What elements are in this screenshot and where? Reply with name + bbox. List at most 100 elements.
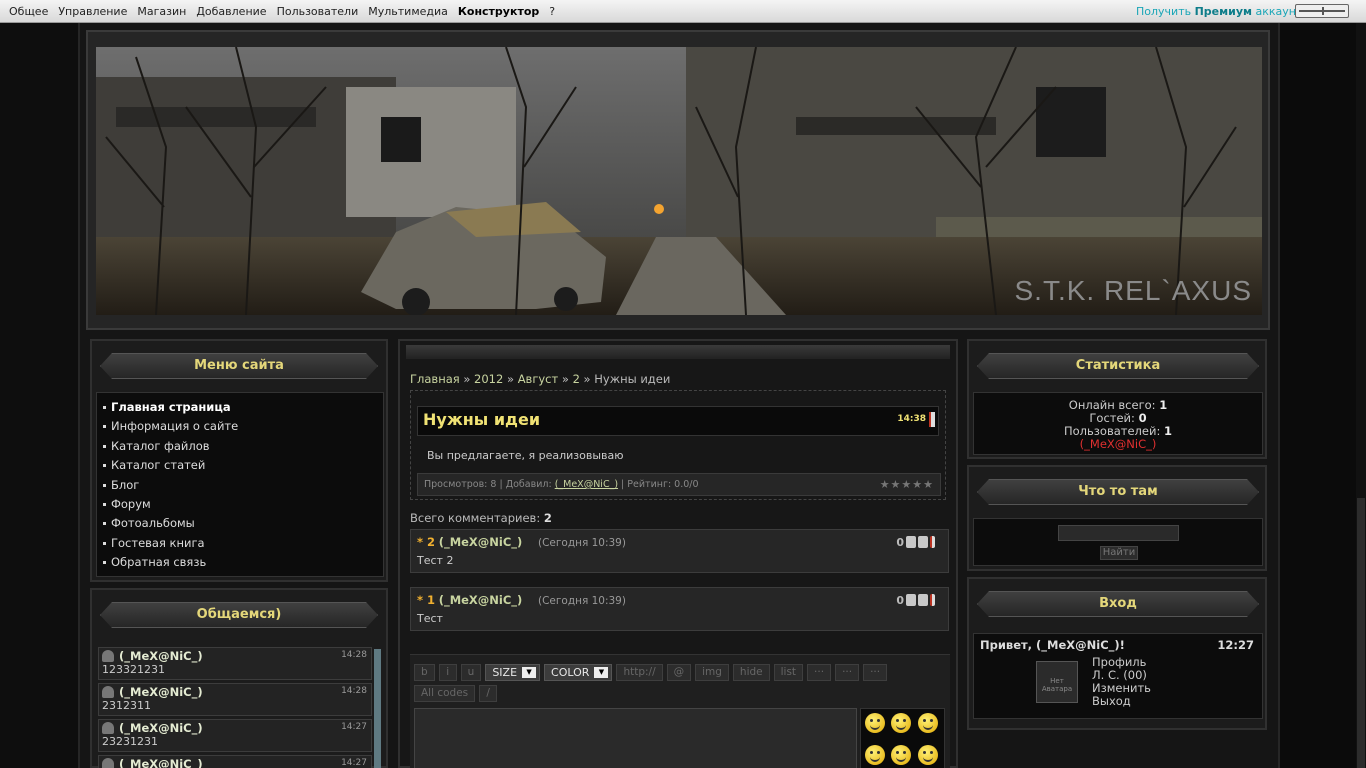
menu-item-home[interactable]: Главная страница [103, 398, 383, 417]
menu-item-feedback[interactable]: Обратная связь [103, 553, 383, 572]
search-input[interactable] [1058, 525, 1179, 541]
comment-textarea[interactable] [414, 708, 857, 768]
comment-menu-icon[interactable] [930, 536, 935, 548]
chat-message-user[interactable]: (_MeX@NiC_) [119, 685, 203, 699]
thumbs-up-icon[interactable] [906, 594, 916, 606]
image-button[interactable]: img [695, 664, 729, 681]
comment-user[interactable]: (_MeX@NiC_) [439, 535, 523, 549]
menu-item-files[interactable]: Каталог файлов [103, 437, 383, 456]
breadcrumb-home[interactable]: Главная [410, 372, 460, 386]
hide-button[interactable]: hide [732, 664, 770, 681]
comment-user[interactable]: (_MeX@NiC_) [439, 593, 523, 607]
breadcrumb-year[interactable]: 2012 [474, 372, 503, 386]
chat-message-time: 14:27 [341, 722, 367, 732]
page-scrollbar[interactable] [1356, 23, 1366, 768]
breadcrumb-sep: » [561, 372, 569, 386]
close-tags-button[interactable]: / [479, 685, 498, 702]
logout-link[interactable]: Выход [1092, 695, 1151, 708]
thumbs-up-icon[interactable] [906, 536, 916, 548]
statistics-panel: Статистика Онлайн всего: 1 Гостей: 0 Пол… [967, 339, 1267, 459]
comment-menu-icon[interactable] [930, 594, 935, 606]
extra-button[interactable]: ··· [863, 664, 888, 681]
comment-vote-controls [906, 536, 942, 549]
breadcrumb-current: Нужны идеи [594, 372, 671, 386]
breadcrumb-month[interactable]: Август [518, 372, 559, 386]
entry-views: Просмотров: 8 [424, 479, 497, 490]
smile-laugh-icon[interactable] [891, 713, 912, 733]
entry-author-link[interactable]: (_MeX@NiC_) [555, 479, 618, 490]
bbcode-toolbar: b i u SIZE COLOR http:// @ img hide list… [414, 664, 944, 702]
breadcrumb-sep: » [583, 372, 591, 386]
list-button[interactable]: list [773, 664, 804, 681]
site-menu-panel: Меню сайта Главная страница Информация о… [90, 339, 388, 582]
entry-title-bar: Нужны идеи 14:38 [417, 406, 939, 436]
menu-item-articles[interactable]: Каталог статей [103, 456, 383, 475]
admin-menu-constructor[interactable]: Конструктор [453, 5, 544, 18]
menu-item-about[interactable]: Информация о сайте [103, 417, 383, 436]
search-panel-title: Что то там [977, 479, 1259, 505]
statistics-body: Онлайн всего: 1 Гостей: 0 Пользователей:… [973, 392, 1263, 455]
site-menu-title: Меню сайта [100, 353, 378, 379]
menu-item-guestbook[interactable]: Гостевая книга [103, 534, 383, 553]
comment-text: Тест [417, 612, 443, 625]
user-icon [102, 650, 114, 662]
admin-menu-shop[interactable]: Магазин [132, 5, 191, 18]
color-select[interactable]: COLOR [544, 664, 613, 681]
menu-item-blog[interactable]: Блог [103, 476, 383, 495]
size-select[interactable]: SIZE [485, 664, 541, 681]
email-button[interactable]: @ [666, 664, 692, 681]
admin-menu-general[interactable]: Общее [4, 5, 53, 18]
search-button[interactable]: Найти [1100, 546, 1138, 560]
page-background-right [1280, 23, 1366, 768]
smilies-panel [860, 708, 945, 768]
admin-menu-users[interactable]: Пользователи [272, 5, 364, 18]
admin-menu-help[interactable]: ? [544, 5, 560, 18]
chat-message-user[interactable]: (_MeX@NiC_) [119, 757, 203, 768]
comment-score: 0 [896, 536, 904, 549]
menu-item-photos[interactable]: Фотоальбомы [103, 514, 383, 533]
smile-angry-icon[interactable] [865, 713, 885, 733]
breadcrumb-sep: » [506, 372, 515, 386]
smile-cool-icon[interactable] [917, 713, 938, 733]
thumbs-down-icon[interactable] [918, 536, 928, 548]
admin-menu-management[interactable]: Управление [53, 5, 132, 18]
smile-happy-icon[interactable] [917, 745, 938, 765]
smile-wink-icon[interactable] [891, 745, 912, 765]
main-content: Главная » 2012 » Август » 2 » Нужны идеи… [398, 339, 958, 768]
entry-time: 14:38 [897, 414, 926, 424]
admin-menu-add[interactable]: Добавление [191, 5, 271, 18]
entry-menu-icon[interactable] [929, 412, 935, 427]
login-panel: Вход Привет, (_MeX@NiC_)! 12:27 Нет Ават… [967, 577, 1267, 730]
chat-message-text: 23231231 [102, 735, 158, 748]
comments-count-value: 2 [543, 511, 552, 525]
smile-shock-icon[interactable] [865, 745, 885, 765]
extra-button[interactable]: ··· [835, 664, 860, 681]
chat-message: (_MeX@NiC_) 14:28 2312311 [98, 683, 372, 716]
entry-text: Вы предлагаете, я реализовываю [427, 449, 624, 462]
user-icon [102, 722, 114, 734]
premium-link[interactable]: Получить Премиум аккаунт [1136, 5, 1302, 18]
login-title: Вход [977, 591, 1259, 617]
url-button[interactable]: http:// [616, 664, 663, 681]
chat-message: (_MeX@NiC_) 14:27 23231231 [98, 719, 372, 752]
stats-online-label: Онлайн всего: [1068, 398, 1156, 412]
online-user-link[interactable]: (_MeX@NiC_) [974, 438, 1262, 451]
breadcrumb-day[interactable]: 2 [573, 372, 580, 386]
menu-item-forum[interactable]: Форум [103, 495, 383, 514]
thumbs-down-icon[interactable] [918, 594, 928, 606]
admin-menu-multimedia[interactable]: Мультимедиа [363, 5, 453, 18]
extra-button[interactable]: ··· [807, 664, 832, 681]
chat-scrollbar[interactable] [374, 649, 381, 768]
avatar: Нет Аватара [1036, 661, 1078, 703]
chat-title: Общаемся) [100, 602, 378, 628]
underline-button[interactable]: u [460, 664, 482, 681]
all-codes-button[interactable]: All codes [414, 685, 476, 702]
chat-message-user[interactable]: (_MeX@NiC_) [119, 649, 203, 663]
italic-button[interactable]: i [438, 664, 457, 681]
bold-button[interactable]: b [414, 664, 435, 681]
comments-count-label: Всего комментариев: [410, 511, 541, 525]
scrollbar-thumb[interactable] [1357, 498, 1365, 768]
rating-stars-icon[interactable]: ★★★★★ [880, 474, 934, 495]
chat-message-user[interactable]: (_MeX@NiC_) [119, 721, 203, 735]
constructor-slider-toggle[interactable] [1295, 4, 1349, 18]
